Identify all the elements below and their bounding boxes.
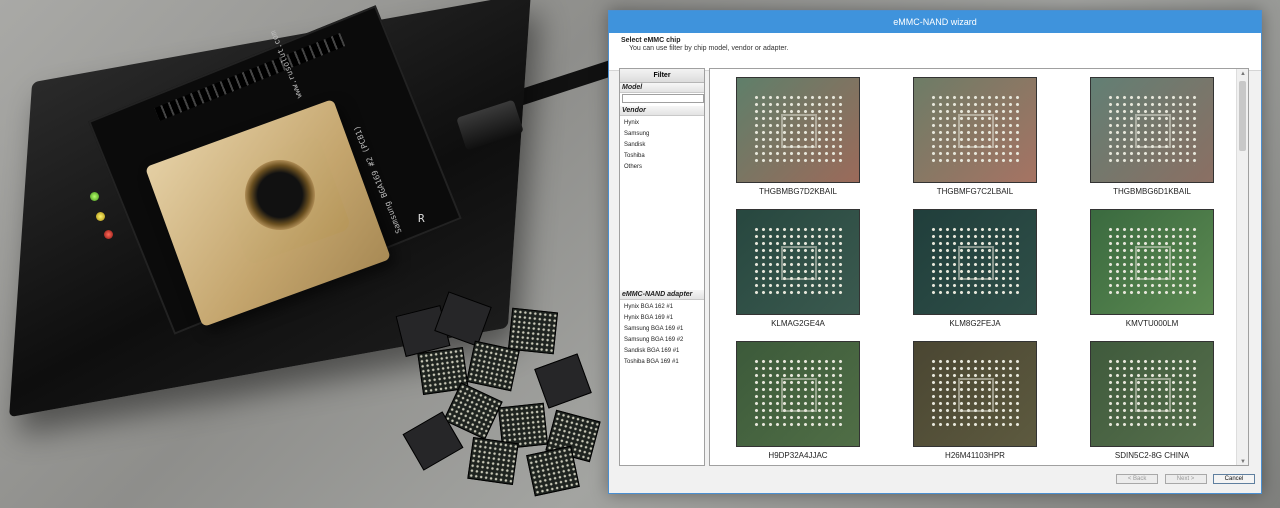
wizard-footer: < Back Next > Cancel — [1114, 470, 1255, 488]
led-yellow — [96, 212, 105, 221]
adapter-section: eMMC-NAND adapter Hynix BGA 162 #1 Hynix… — [620, 290, 704, 368]
chip-name: THGBMBG6D1KBAIL — [1113, 187, 1191, 196]
pile-chip — [466, 340, 520, 392]
vendor-list: Hynix Samsung Sandisk Toshiba Others — [620, 116, 704, 173]
socket-hole — [245, 160, 315, 230]
chip-gallery: THGBMBG7D2KBAIL THGBMFG7C2LBAIL THGBMBG6… — [709, 68, 1249, 466]
next-button[interactable]: Next > — [1164, 473, 1207, 484]
chip-image — [913, 209, 1037, 315]
chip-card[interactable]: THGBMBG7D2KBAIL — [728, 77, 868, 196]
adapter-item[interactable]: Toshiba BGA 169 #1 — [620, 357, 704, 368]
chip-image — [736, 341, 860, 447]
window-title: eMMC-NAND wizard — [609, 11, 1261, 33]
led-red — [104, 230, 113, 239]
vendor-item-sandisk[interactable]: Sandisk — [620, 140, 704, 151]
chip-name: KLM8G2FEJA — [949, 319, 1001, 328]
pile-chip — [534, 353, 592, 409]
chip-name: KMVTU000LM — [1125, 319, 1179, 328]
chip-card[interactable]: SDIN5C2-8G CHINA — [1082, 341, 1222, 460]
vendor-item-hynix[interactable]: Hynix — [620, 118, 704, 129]
chip-image — [736, 209, 860, 315]
chip-card[interactable]: THGBMBG6D1KBAIL — [1082, 77, 1222, 196]
chip-card[interactable]: H26M41103HPR — [905, 341, 1045, 460]
chip-card[interactable]: KMVTU000LM — [1082, 209, 1222, 328]
chip-name: KLMAG2GE4A — [771, 319, 825, 328]
chip-image — [1090, 77, 1214, 183]
chip-card[interactable]: KLMAG2GE4A — [728, 209, 868, 328]
cancel-button[interactable]: Cancel — [1213, 473, 1255, 484]
chip-image — [736, 77, 860, 183]
chip-image — [1090, 341, 1214, 447]
pile-chip — [467, 437, 519, 485]
filter-panel: Filter Model Vendor Hynix Samsung Sandis… — [619, 68, 705, 466]
chip-pile — [390, 290, 620, 508]
chip-image — [913, 77, 1037, 183]
header-subtitle: You can use filter by chip model, vendor… — [629, 45, 789, 52]
vendor-item-samsung[interactable]: Samsung — [620, 129, 704, 140]
wizard-header: Select eMMC chip You can use filter by c… — [609, 33, 1261, 71]
chip-image — [1090, 209, 1214, 315]
chip-name: SDIN5C2-8G CHINA — [1114, 451, 1190, 460]
vendor-section-label: Vendor — [620, 106, 704, 116]
led-green — [90, 192, 99, 201]
brand-fragment: R — [418, 212, 425, 225]
gallery-scrollbar[interactable]: ▲ ▼ — [1236, 69, 1248, 465]
scroll-up-icon[interactable]: ▲ — [1240, 71, 1246, 77]
adapter-item[interactable]: Hynix BGA 169 #1 — [620, 313, 704, 324]
chip-name: H26M41103HPR — [945, 451, 1005, 460]
chip-card[interactable]: THGBMFG7C2LBAIL — [905, 77, 1045, 196]
scroll-thumb[interactable] — [1239, 81, 1246, 151]
device-photo: Samsung BGA169 #2 (PCB1) www.rusolut.com… — [0, 0, 620, 508]
model-filter-input[interactable] — [622, 94, 704, 103]
filter-heading: Filter — [620, 69, 704, 83]
emmc-nand-wizard-window: eMMC-NAND wizard Select eMMC chip You ca… — [608, 10, 1262, 494]
header-title: Select eMMC chip — [621, 37, 681, 44]
adapter-item[interactable]: Samsung BGA 169 #2 — [620, 335, 704, 346]
adapter-list: Hynix BGA 162 #1 Hynix BGA 169 #1 Samsun… — [620, 300, 704, 368]
adapter-item[interactable]: Hynix BGA 162 #1 — [620, 302, 704, 313]
adapter-item[interactable]: Sandisk BGA 169 #1 — [620, 346, 704, 357]
chip-image — [913, 341, 1037, 447]
pile-chip — [507, 307, 559, 355]
chip-name: H9DP32A4JJAC — [768, 451, 828, 460]
scroll-down-icon[interactable]: ▼ — [1240, 459, 1246, 465]
adapter-section-label: eMMC-NAND adapter — [620, 290, 704, 300]
vendor-item-toshiba[interactable]: Toshiba — [620, 151, 704, 162]
chip-name: THGBMFG7C2LBAIL — [936, 187, 1014, 196]
chip-card[interactable]: H9DP32A4JJAC — [728, 341, 868, 460]
adapter-item[interactable]: Samsung BGA 169 #1 — [620, 324, 704, 335]
model-section-label: Model — [620, 83, 704, 93]
back-button[interactable]: < Back — [1116, 473, 1159, 484]
chip-card[interactable]: KLM8G2FEJA — [905, 209, 1045, 328]
chip-name: THGBMBG7D2KBAIL — [759, 187, 837, 196]
pile-chip — [526, 445, 580, 497]
vendor-item-others[interactable]: Others — [620, 162, 704, 173]
